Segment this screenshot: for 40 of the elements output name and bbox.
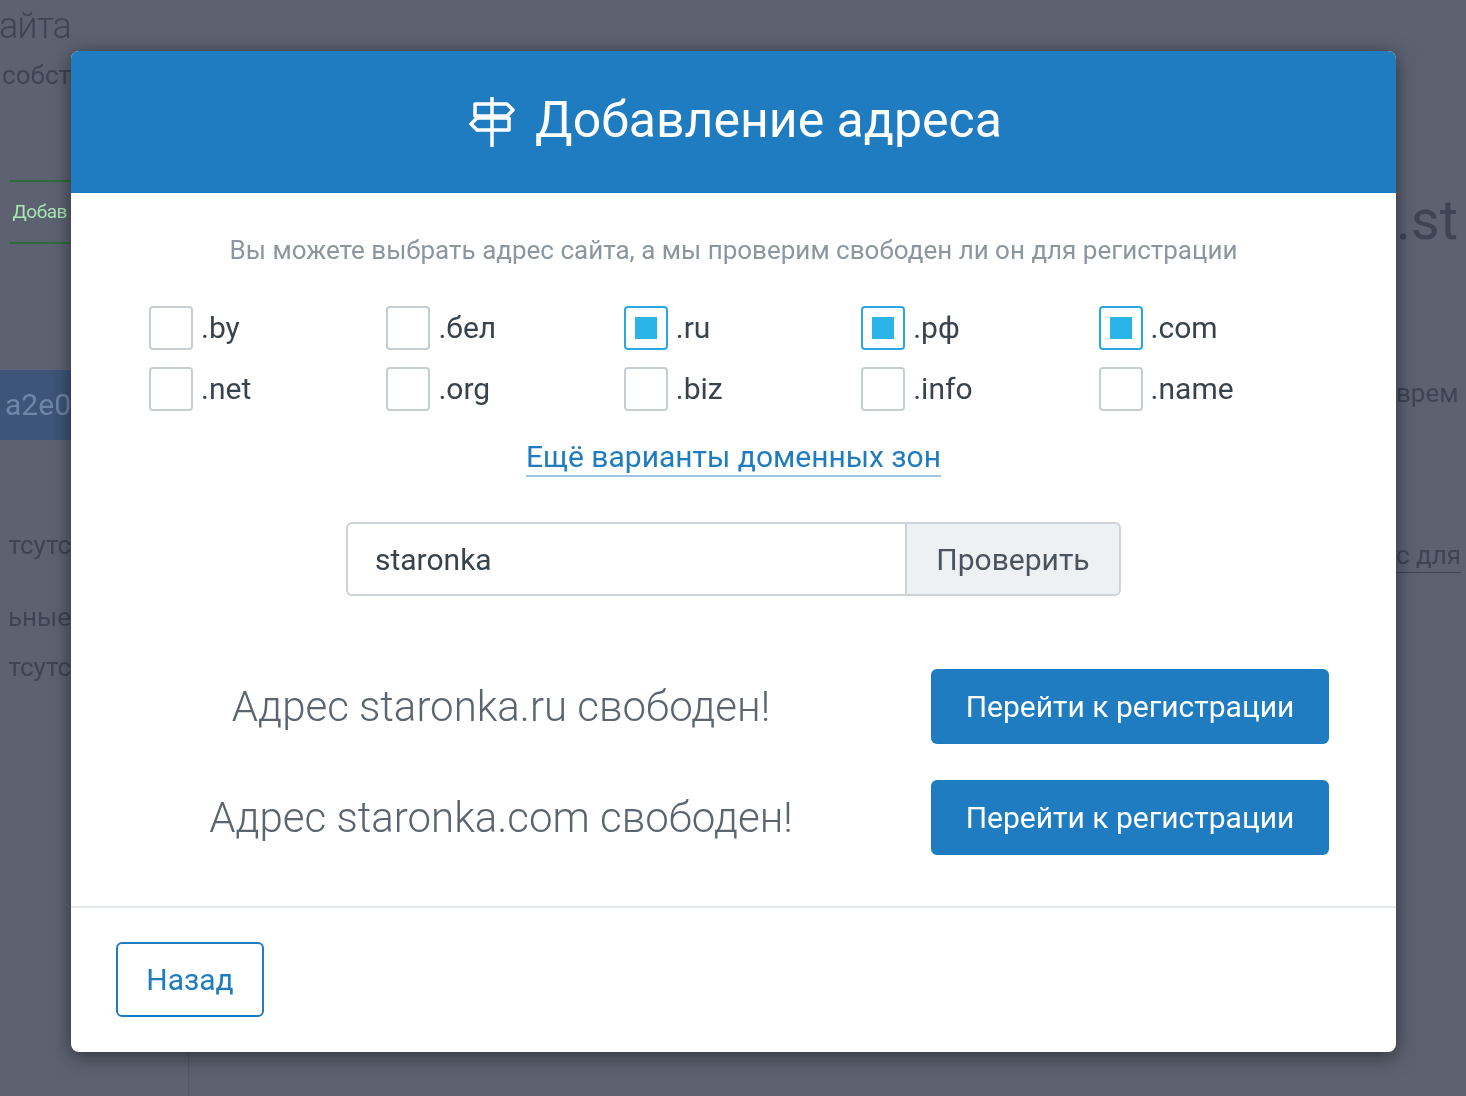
domain-option[interactable]: .by — [149, 305, 387, 350]
domain-option[interactable]: .com — [1098, 305, 1336, 350]
domain-option[interactable]: .info — [861, 366, 1099, 411]
domain-label: .com — [1150, 309, 1218, 347]
result-text: Адрес staronka.ru свободен! — [230, 681, 772, 733]
checkbox[interactable] — [623, 366, 668, 411]
result-text: Адрес staronka.com свободен! — [208, 792, 794, 844]
check-button[interactable]: Проверить — [905, 522, 1121, 596]
checkbox[interactable] — [149, 366, 193, 411]
checkbox[interactable] — [1098, 305, 1143, 350]
domain-option[interactable]: .рф — [861, 305, 1099, 350]
domain-label: .рф — [913, 309, 960, 347]
domain-label: .ru — [675, 309, 711, 347]
more-zones-link[interactable]: Ещё варианты доменных зон — [525, 439, 942, 477]
domain-label: .name — [1150, 370, 1234, 408]
checkbox[interactable] — [386, 305, 431, 350]
register-button[interactable]: Перейти к регистрации — [931, 669, 1329, 744]
domain-label: .бел — [438, 309, 497, 347]
checkbox[interactable] — [386, 366, 431, 411]
domain-option[interactable]: .biz — [623, 366, 862, 411]
domain-option[interactable]: .бел — [386, 305, 624, 350]
domain-input[interactable]: staronka — [346, 522, 905, 596]
checkbox[interactable] — [149, 305, 193, 350]
register-button[interactable]: Перейти к регистрации — [931, 780, 1329, 855]
dialog-subtitle: Вы можете выбрать адрес сайта, а мы проверим свободен ли он для регистрации — [228, 234, 1239, 267]
domain-option[interactable]: .ru — [623, 305, 862, 350]
domain-label: .info — [913, 370, 973, 408]
domain-label: .net — [201, 370, 252, 408]
domain-option[interactable]: .net — [149, 366, 387, 411]
domain-option[interactable]: .org — [386, 366, 624, 411]
checkbox[interactable] — [1098, 366, 1143, 411]
checkbox[interactable] — [861, 366, 906, 411]
dialog-title: Добавление адреса — [535, 95, 1002, 149]
checkbox[interactable] — [861, 305, 906, 350]
domain-label: .by — [201, 309, 240, 347]
domain-label: .org — [438, 370, 491, 408]
domain-label: .biz — [675, 370, 723, 408]
checkbox[interactable] — [623, 305, 668, 350]
back-button[interactable]: Назад — [116, 942, 264, 1017]
domain-option[interactable]: .name — [1098, 366, 1336, 411]
